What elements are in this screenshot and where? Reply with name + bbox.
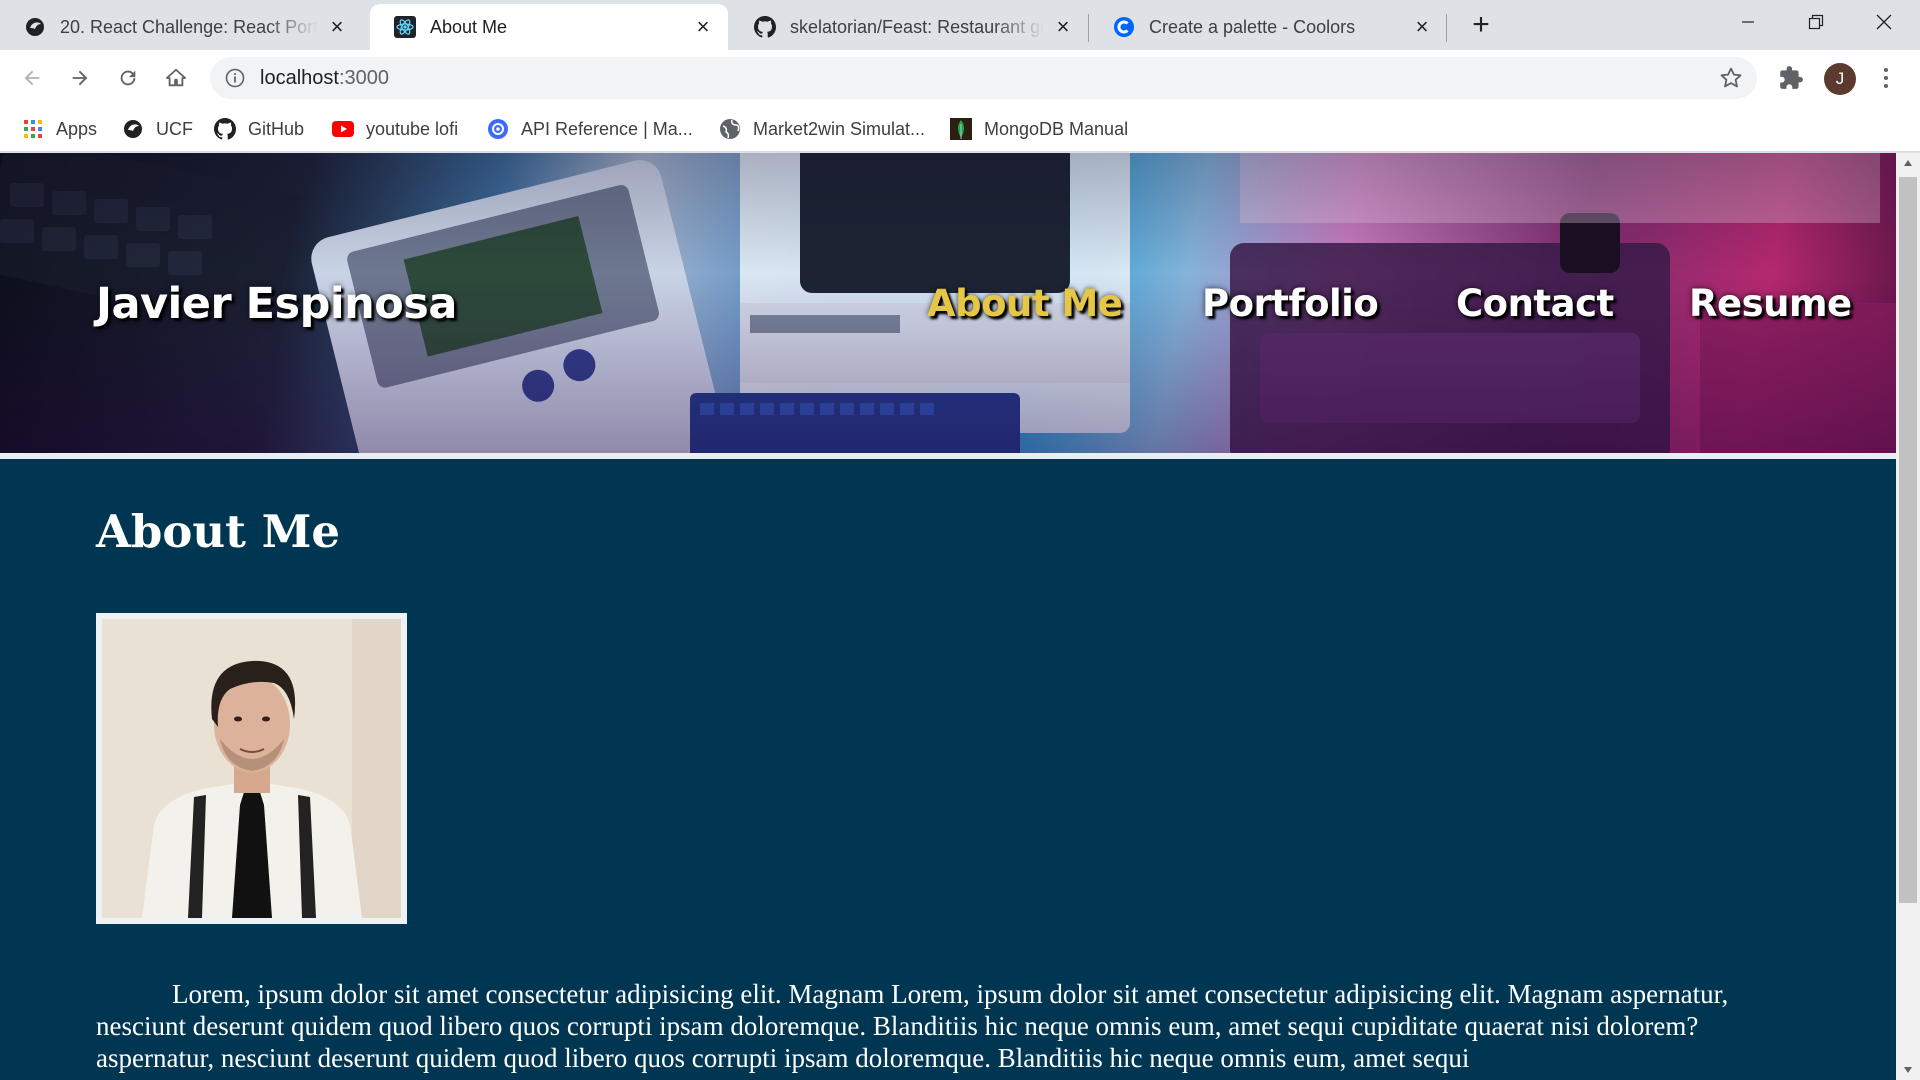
close-window-button[interactable] xyxy=(1850,0,1918,44)
reload-button[interactable] xyxy=(110,60,146,96)
back-arrow-icon xyxy=(24,70,40,86)
close-window-icon xyxy=(1876,14,1892,30)
bookmark-mongodb-manual[interactable]: MongoDB Manual xyxy=(950,116,1128,142)
bookmark-youtube-lofi[interactable]: youtube lofi xyxy=(332,116,458,142)
bookmark-label: GitHub xyxy=(248,118,305,139)
home-button[interactable] xyxy=(158,60,194,96)
scroll-thumb[interactable] xyxy=(1899,177,1917,903)
bookmark-star-icon[interactable] xyxy=(1719,66,1743,90)
profile-photo xyxy=(102,619,401,918)
bookmark-ucf[interactable]: UCF xyxy=(122,116,193,142)
url-port: :3000 xyxy=(338,66,389,89)
url-host: localhost xyxy=(260,66,339,89)
close-icon[interactable]: × xyxy=(326,14,348,39)
scroll-up-arrow-icon[interactable] xyxy=(1896,153,1920,173)
page-scrollbar[interactable] xyxy=(1896,153,1920,1080)
page-viewport: Javier Espinosa About Me Portfolio Conta… xyxy=(0,153,1896,1080)
mongodb-leaf-icon xyxy=(950,118,972,140)
api-reference-icon xyxy=(487,118,509,140)
github-icon xyxy=(754,16,776,38)
tab-react-challenge[interactable]: 20. React Challenge: React Portfo × xyxy=(0,4,362,50)
bookmark-label: Apps xyxy=(56,118,98,139)
url-text[interactable]: localhost:3000 xyxy=(260,67,389,90)
tab-title: About Me xyxy=(430,16,508,37)
site-header: Javier Espinosa About Me Portfolio Conta… xyxy=(0,153,1896,453)
about-bio-text: Lorem, ipsum dolor sit amet consectetur … xyxy=(96,979,1729,1073)
back-button[interactable] xyxy=(14,60,50,96)
tab-strip: 20. React Challenge: React Portfo × Abou… xyxy=(0,0,1920,50)
github-icon xyxy=(214,118,236,140)
tab-title: skelatorian/Feast: Restaurant gen xyxy=(790,16,1044,37)
page-title: About Me xyxy=(96,505,341,558)
bookmark-github[interactable]: GitHub xyxy=(214,116,304,142)
globe-icon xyxy=(719,118,741,140)
minimize-button[interactable] xyxy=(1714,0,1782,44)
reload-icon xyxy=(120,70,136,86)
bookmark-label: MongoDB Manual xyxy=(984,118,1129,139)
minimize-icon xyxy=(1742,21,1754,23)
bookmark-api-reference[interactable]: API Reference | Ma... xyxy=(487,116,693,142)
address-bar[interactable]: localhost:3000 xyxy=(210,57,1757,99)
ucf-pegasus-icon xyxy=(24,16,46,38)
home-icon xyxy=(165,68,187,87)
nav-resume[interactable]: Resume xyxy=(1689,282,1852,325)
scroll-down-arrow-icon[interactable] xyxy=(1896,1060,1920,1080)
restore-icon xyxy=(1808,14,1824,30)
nav-portfolio[interactable]: Portfolio xyxy=(1202,282,1379,325)
bookmarks-bar: Apps UCF GitHub youtube lofi API Referen… xyxy=(0,106,1920,152)
bookmark-market2win[interactable]: Market2win Simulat... xyxy=(719,116,925,142)
react-atom-icon xyxy=(394,16,416,38)
tab-coolors[interactable]: Create a palette - Coolors × xyxy=(1089,4,1447,50)
site-brand[interactable]: Javier Espinosa xyxy=(96,279,457,329)
tab-about-me[interactable]: About Me × xyxy=(370,4,728,50)
nav-about-me[interactable]: About Me xyxy=(927,282,1123,325)
profile-avatar[interactable]: J xyxy=(1824,63,1856,95)
youtube-icon xyxy=(332,118,354,140)
tab-title: Create a palette - Coolors xyxy=(1149,16,1356,37)
ucf-pegasus-icon xyxy=(122,118,144,140)
nav-contact[interactable]: Contact xyxy=(1456,282,1614,325)
coolors-icon xyxy=(1113,16,1135,38)
header-divider xyxy=(0,453,1896,459)
close-icon[interactable]: × xyxy=(692,14,714,39)
extensions-puzzle-icon[interactable] xyxy=(1778,65,1804,91)
bookmark-label: Market2win Simulat... xyxy=(753,118,926,139)
bookmark-label: youtube lofi xyxy=(366,118,459,139)
tab-feast-github[interactable]: skelatorian/Feast: Restaurant gen × xyxy=(730,4,1088,50)
close-icon[interactable]: × xyxy=(1411,14,1433,39)
bookmark-label: UCF xyxy=(156,118,193,139)
close-icon[interactable]: × xyxy=(1052,14,1074,39)
profile-photo-frame xyxy=(96,613,407,924)
apps-grid-icon xyxy=(22,118,44,140)
bookmark-apps[interactable]: Apps xyxy=(22,116,97,142)
tab-title: 20. React Challenge: React Portfo xyxy=(60,16,318,37)
browser-window: 20. React Challenge: React Portfo × Abou… xyxy=(0,0,1920,1080)
tab-separator xyxy=(1446,14,1447,42)
info-icon[interactable] xyxy=(224,67,246,89)
restore-button[interactable] xyxy=(1782,0,1850,44)
forward-button[interactable] xyxy=(62,60,98,96)
new-tab-button[interactable]: + xyxy=(1466,8,1496,41)
forward-arrow-icon xyxy=(72,70,88,86)
browser-menu-icon[interactable] xyxy=(1876,65,1896,91)
browser-toolbar: localhost:3000 J xyxy=(0,50,1920,106)
bookmark-label: API Reference | Ma... xyxy=(521,118,693,139)
